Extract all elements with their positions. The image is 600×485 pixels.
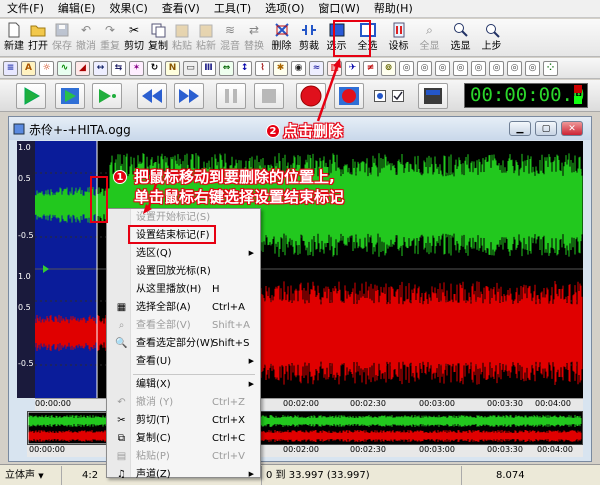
annotation-arrows — [143, 58, 341, 214]
step1-text-line2: 单击鼠标右键选择设置结束标记 — [134, 188, 345, 206]
step1-badge: 1 — [113, 170, 127, 184]
step1-text-line1: 把鼠标移动到要删除的位置上, — [134, 168, 335, 186]
step2-text: 点击删除 — [283, 122, 344, 140]
step2-badge: 2 — [266, 124, 280, 138]
